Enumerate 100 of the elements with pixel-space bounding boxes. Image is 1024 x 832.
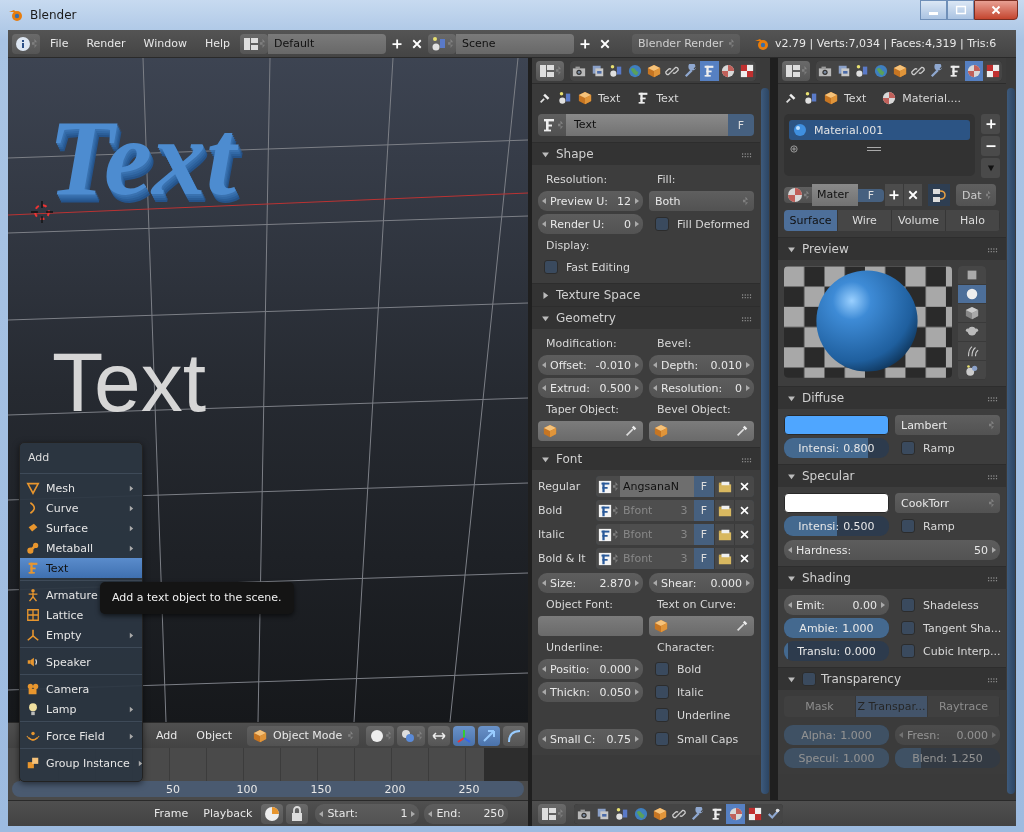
menu-item[interactable]: Object bbox=[188, 724, 241, 747]
pin-icon[interactable] bbox=[538, 91, 552, 105]
checkbox[interactable] bbox=[544, 260, 558, 274]
menu-item[interactable]: Render bbox=[78, 32, 134, 55]
menu-item[interactable]: File bbox=[42, 32, 77, 55]
unlink-button[interactable] bbox=[734, 476, 754, 497]
number-field[interactable]: Shear: 0.000 bbox=[649, 573, 754, 593]
preview-shape-button[interactable] bbox=[958, 361, 986, 380]
number-field[interactable]: Positio: 0.000 bbox=[538, 659, 643, 679]
scrollbar[interactable] bbox=[761, 88, 769, 794]
properties-tab[interactable] bbox=[946, 60, 965, 81]
close-button[interactable] bbox=[974, 0, 1018, 20]
breadcrumb-item[interactable]: Text bbox=[656, 91, 679, 105]
number-field[interactable]: Depth: 0.010 bbox=[649, 355, 754, 375]
remove-slot-button[interactable] bbox=[981, 136, 1000, 156]
shader-tab[interactable]: Volume bbox=[892, 210, 946, 231]
object-field[interactable] bbox=[538, 421, 643, 441]
datablock-browse-button[interactable] bbox=[784, 187, 812, 203]
properties-tab[interactable] bbox=[834, 60, 854, 81]
link-dropdown[interactable]: Dat bbox=[956, 184, 996, 206]
checkbox[interactable] bbox=[901, 519, 915, 533]
properties-tab[interactable] bbox=[726, 803, 745, 824]
mode-dropdown[interactable]: Object Mode bbox=[247, 725, 360, 746]
use-nodes-button[interactable] bbox=[928, 184, 950, 206]
scene-field[interactable]: Scene bbox=[456, 33, 575, 54]
font-browse-button[interactable] bbox=[596, 476, 620, 497]
properties-tab[interactable] bbox=[574, 803, 593, 824]
slider-field[interactable]: Intensi: 0.800 bbox=[784, 438, 889, 458]
checkbox[interactable] bbox=[901, 644, 915, 658]
fake-user-button[interactable]: F bbox=[858, 188, 884, 202]
color-swatch[interactable] bbox=[784, 493, 889, 513]
unlink-button[interactable] bbox=[734, 524, 754, 545]
number-field[interactable]: Emit: 0.00 bbox=[784, 595, 889, 615]
properties-tab[interactable] bbox=[764, 803, 783, 824]
pivot-dropdown[interactable] bbox=[397, 725, 426, 746]
properties-tab[interactable] bbox=[718, 60, 738, 81]
menu-item[interactable]: Force Field bbox=[20, 726, 142, 746]
menu-item[interactable]: Frame bbox=[148, 802, 195, 825]
menu-item[interactable]: Text bbox=[20, 558, 142, 578]
preview-shape-button[interactable] bbox=[958, 323, 986, 342]
shader-tab[interactable]: Wire bbox=[838, 210, 892, 231]
color-swatch[interactable] bbox=[784, 415, 889, 435]
checkbox[interactable] bbox=[655, 217, 669, 231]
dropdown[interactable]: Both bbox=[649, 191, 754, 211]
checkbox[interactable] bbox=[655, 685, 669, 699]
number-field[interactable]: Preview U: 12 bbox=[538, 191, 643, 211]
properties-tab[interactable] bbox=[853, 60, 872, 81]
properties-tab[interactable] bbox=[570, 60, 589, 81]
open-file-button[interactable] bbox=[714, 500, 734, 521]
properties-tab[interactable] bbox=[964, 60, 984, 81]
number-field[interactable]: Extrud: 0.500 bbox=[538, 378, 643, 398]
menu-item[interactable]: Help bbox=[196, 32, 239, 55]
menu-item[interactable]: Lamp bbox=[20, 699, 142, 719]
unlink-button[interactable] bbox=[734, 500, 754, 521]
fake-user-button[interactable]: F bbox=[728, 114, 754, 136]
panel-header[interactable]: Geometry bbox=[532, 307, 760, 329]
panel-header[interactable]: Preview bbox=[778, 238, 1006, 260]
menu-item[interactable]: Add bbox=[148, 724, 186, 747]
preview-shape-button[interactable] bbox=[958, 342, 986, 361]
number-field[interactable]: Small C: 0.75 bbox=[538, 729, 643, 749]
render-engine-dropdown[interactable]: Blender Render bbox=[632, 33, 741, 54]
unlink-button[interactable] bbox=[903, 184, 922, 206]
font-browse-button[interactable] bbox=[596, 548, 620, 569]
layout-selector[interactable] bbox=[240, 33, 269, 54]
checkbox[interactable] bbox=[901, 621, 915, 635]
menu-item[interactable]: Metaball bbox=[20, 538, 142, 558]
snap-button[interactable] bbox=[428, 725, 451, 746]
menu-item[interactable]: Window bbox=[135, 32, 195, 55]
fake-user-button[interactable]: F bbox=[694, 548, 714, 569]
frame-ruler[interactable]: 50 100 150 200 250 bbox=[12, 781, 524, 797]
panel-header[interactable]: Shading bbox=[778, 567, 1006, 589]
eyedropper-icon[interactable] bbox=[735, 619, 749, 633]
checkbox[interactable] bbox=[901, 441, 915, 455]
translate-button[interactable] bbox=[478, 725, 501, 746]
shading-dropdown[interactable] bbox=[366, 725, 395, 746]
minimize-button[interactable] bbox=[920, 0, 947, 20]
breadcrumb-item[interactable]: Text bbox=[844, 91, 867, 105]
eyedropper-icon[interactable] bbox=[735, 424, 749, 438]
properties-tab[interactable] bbox=[681, 60, 701, 81]
fake-user-button[interactable]: F bbox=[694, 476, 714, 497]
scene-selector[interactable] bbox=[428, 33, 457, 54]
resize-handle[interactable] bbox=[867, 147, 881, 151]
open-file-button[interactable] bbox=[714, 524, 734, 545]
breadcrumb-item[interactable]: Text bbox=[598, 91, 621, 105]
fake-user-button[interactable]: F bbox=[694, 500, 714, 521]
slider-field[interactable]: Translu: 0.000 bbox=[784, 641, 889, 661]
number-field[interactable]: End: 250 bbox=[424, 803, 509, 824]
add-slot-button[interactable] bbox=[981, 114, 1000, 134]
menu-item[interactable]: Empty bbox=[20, 625, 142, 645]
menu-item[interactable]: Group Instance bbox=[20, 753, 142, 773]
open-file-button[interactable] bbox=[714, 476, 734, 497]
checkbox[interactable] bbox=[655, 732, 669, 746]
eyedropper-icon[interactable] bbox=[624, 424, 638, 438]
3d-text-object[interactable]: Text bbox=[52, 340, 207, 424]
breadcrumb-item[interactable]: Material.... bbox=[902, 91, 961, 105]
number-field[interactable]: Hardness: 50 bbox=[784, 540, 1000, 560]
menu-item[interactable]: Playback bbox=[197, 802, 259, 825]
menu-item[interactable]: Curve bbox=[20, 498, 142, 518]
datablock-name-field[interactable]: Mater bbox=[812, 184, 858, 206]
panel-header[interactable]: Font bbox=[532, 448, 760, 470]
